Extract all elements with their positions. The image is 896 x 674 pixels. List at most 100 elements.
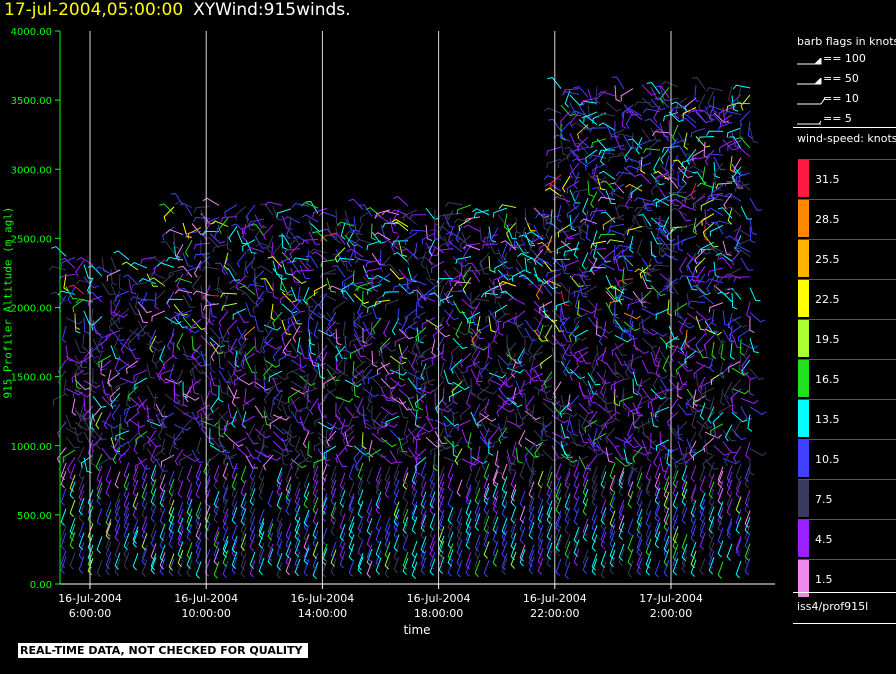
speed-label: 7.5 [815,493,833,506]
wind-barb [290,398,303,412]
x-tick-time: 10:00:00 [181,607,230,620]
wind-barb [83,396,90,413]
wind-barb [551,346,560,363]
wind-barb [456,549,463,567]
wind-barb [709,354,715,373]
wind-barb [77,446,85,464]
wind-barb [254,336,261,354]
wind-barb [302,412,310,430]
wind-barb [497,457,503,475]
wind-barb [598,170,616,180]
wind-barb [128,346,141,360]
wind-barb [741,354,751,371]
wind-barb [175,200,193,208]
wind-barb [483,560,490,578]
wind-barb [162,411,168,429]
wind-barb [421,317,436,329]
wind-barb [282,338,292,356]
wind-barb [289,243,301,259]
wind-barb [383,320,391,338]
wind-barb [288,396,301,411]
wind-barb [740,397,759,405]
wind-barb [394,335,409,347]
wind-barb [371,304,382,320]
wind-barb [464,216,481,225]
wind-barb [726,543,733,561]
wind-barb [627,466,634,485]
wind-barb [373,232,391,241]
wind-barb [345,231,364,236]
wind-barb [160,241,175,254]
wind-barb [497,358,508,374]
wind-barb [468,317,473,335]
wind-barb [236,326,249,340]
wind-barb [569,394,580,411]
wind-barb [699,557,706,576]
wind-barb [596,445,613,456]
wind-barb [717,561,724,579]
wind-barb [519,505,526,524]
wind-barb [321,543,328,562]
wind-barb [153,393,159,412]
wind-barb [371,252,385,266]
wind-barb [598,233,615,240]
x-tick-date: 16-Jul-2004 [407,592,471,605]
wind-barb [96,559,103,578]
wind-barb [114,471,121,489]
wind-barb [272,414,291,421]
wind-barb [113,250,130,261]
wind-barb [74,363,89,375]
wind-barb [173,429,184,446]
wind-barb [680,117,697,128]
wind-barb [670,154,679,172]
wind-barb [129,262,148,269]
wind-barb [518,274,535,285]
wind-barb [336,355,346,373]
wind-barb [442,387,448,405]
wind-barb [670,207,688,216]
wind-barb [614,370,631,381]
wind-barb [443,269,458,282]
wind-barb [78,556,85,574]
wind-barb [348,559,355,577]
wind-barb [124,404,139,415]
wind-barb [691,411,697,430]
wind-barb [524,327,537,341]
wind-barb [247,423,256,441]
wind-barb [696,182,715,189]
wind-barb [529,351,544,363]
wind-barb [623,448,633,465]
wind-barb [476,445,482,464]
wind-barb [236,377,254,386]
wind-barb [595,320,602,338]
wind-barb [562,343,571,361]
wind-barb [433,450,439,468]
wind-barb [179,203,193,217]
wind-barb [353,456,364,471]
wind-barb [524,208,532,225]
wind-barb [303,472,310,491]
wind-barb [290,359,308,369]
wind-barb [218,353,225,370]
wind-barb [452,337,468,350]
wind-barb [671,105,688,114]
wind-barb [733,276,751,282]
wind-barb [279,290,292,305]
wind-barb [578,402,594,414]
x-axis-label: time [403,623,431,637]
wind-barb [705,87,724,92]
wind-barb [366,395,373,413]
wind-barb [177,480,184,498]
wind-barb [389,450,403,463]
wind-barb [698,294,715,305]
wind-barb [287,261,301,275]
wind-barb [589,209,607,217]
wind-barb [353,293,369,305]
wind-barb [78,521,85,540]
wind-barb [492,207,508,218]
wind-barb [263,377,270,395]
wind-barb [367,372,382,385]
wind-barb [267,490,274,508]
wind-barb [533,267,544,282]
wind-barb [686,148,697,166]
